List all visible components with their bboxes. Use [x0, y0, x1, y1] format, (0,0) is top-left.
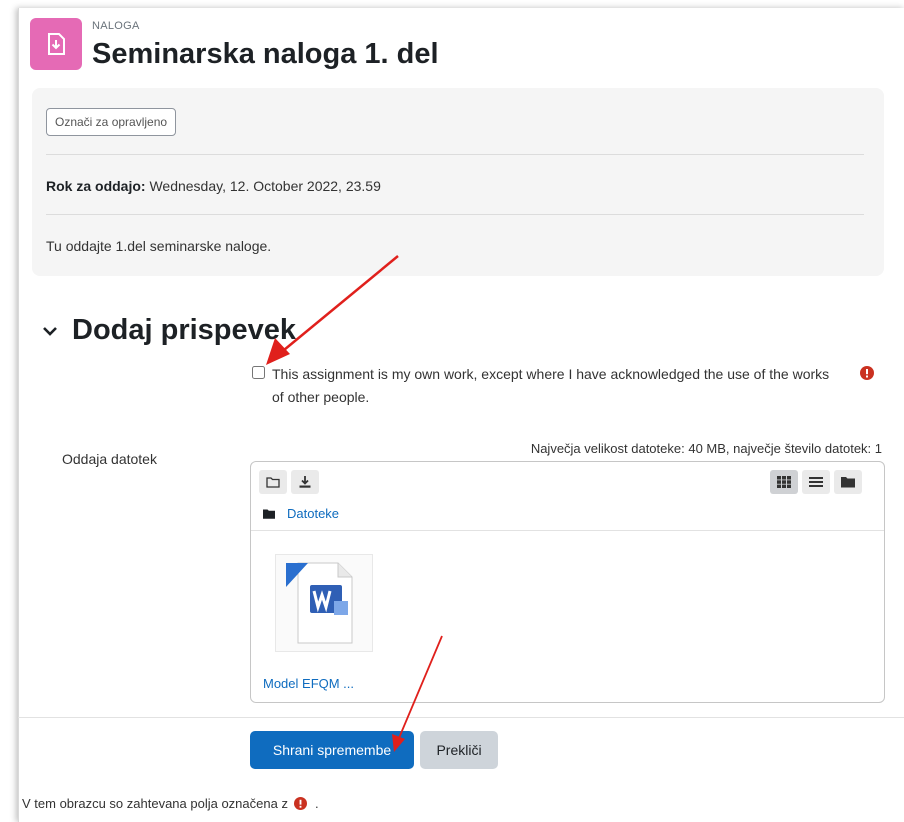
download-icon	[299, 476, 311, 488]
file-limits-text: Največja velikost datoteke: 40 MB, najve…	[530, 441, 882, 456]
required-fields-note: V tem obrazcu so zahtevana polja označen…	[22, 796, 319, 811]
info-divider	[46, 214, 864, 215]
section-title: Dodaj prispevek	[72, 314, 297, 346]
list-view-button[interactable]	[802, 470, 830, 494]
file-picker[interactable]: Datoteke Model EFQM ...	[250, 461, 885, 703]
list-icon	[809, 477, 823, 487]
page-title: Seminarska naloga 1. del	[92, 38, 439, 70]
folder-icon	[263, 509, 275, 519]
assignment-icon	[30, 18, 82, 70]
activity-info-box: Označi za opravljeno Rok za oddajo: Wedn…	[32, 88, 884, 276]
file-picker-divider	[251, 530, 884, 531]
chevron-down-icon[interactable]	[40, 321, 60, 341]
acknowledgement-label: This assignment is my own work, except w…	[272, 366, 830, 405]
due-date: Rok za oddajo: Wednesday, 12. October 20…	[46, 178, 381, 194]
mark-as-done-button[interactable]: Označi za opravljeno	[46, 108, 177, 136]
folder-icon	[841, 477, 855, 488]
download-all-button[interactable]	[291, 470, 319, 494]
file-name-link[interactable]: Model EFQM ...	[263, 676, 354, 691]
form-actions-divider	[18, 717, 904, 718]
info-divider	[46, 154, 864, 155]
required-icon	[293, 797, 307, 810]
submission-section-header[interactable]: Dodaj prispevek	[40, 314, 296, 347]
file-thumbnail[interactable]	[275, 554, 373, 652]
file-submission-label: Oddaja datotek	[62, 451, 157, 467]
activity-description: Tu oddajte 1.del seminarske naloge.	[46, 238, 272, 254]
save-changes-button[interactable]: Shrani spremembe	[250, 731, 414, 769]
due-date-value: Wednesday, 12. October 2022, 23.59	[149, 178, 381, 194]
grid-icon	[777, 476, 791, 488]
tree-view-button[interactable]	[834, 470, 862, 494]
due-date-label: Rok za oddajo:	[46, 178, 146, 194]
path-link-files[interactable]: Datoteke	[287, 506, 339, 521]
file-picker-path: Datoteke	[263, 506, 339, 521]
folder-outline-icon	[266, 477, 280, 488]
create-folder-button[interactable]	[259, 470, 287, 494]
file-picker-toolbar	[251, 462, 884, 500]
required-note-suffix: .	[314, 796, 319, 811]
acknowledgement-checkbox[interactable]	[252, 366, 265, 379]
required-note-text: V tem obrazcu so zahtevana polja označen…	[22, 796, 288, 811]
icon-view-button[interactable]	[770, 470, 798, 494]
activity-type-label: NALOGA	[92, 20, 140, 32]
cancel-button[interactable]: Prekliči	[420, 731, 498, 769]
word-document-icon	[286, 562, 353, 644]
required-icon	[860, 366, 874, 380]
